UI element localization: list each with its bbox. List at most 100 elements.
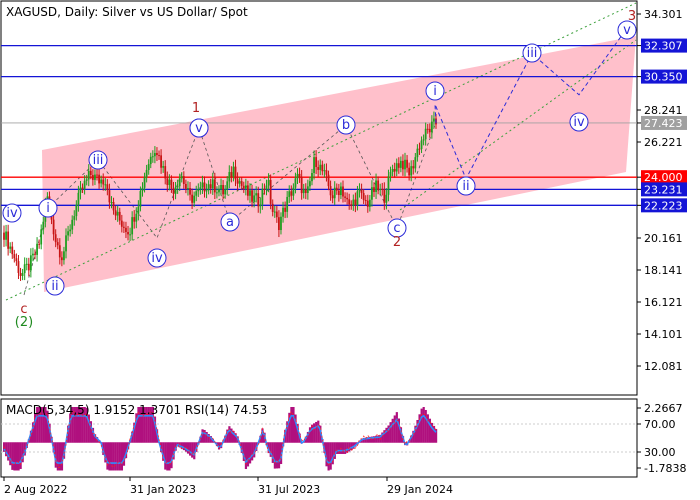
macd-bar [108,442,111,471]
candle-body [69,229,72,232]
candle-body [15,258,18,262]
macd-bar [13,442,16,471]
candle-body [170,179,173,189]
candle-body [211,179,214,189]
macd-bar [317,420,320,443]
candle-body [54,234,57,243]
macd-bar [315,421,318,443]
macd-bar [244,442,248,470]
macd-bar [191,442,194,458]
candle-body [230,172,233,177]
candle-body [13,254,16,259]
indicator-tick-label: -1.7838 [644,462,686,475]
candle-body [296,173,299,179]
wave-label: v [623,23,631,38]
candle-body [160,155,162,168]
macd-bar [292,407,295,443]
candle-body [433,118,435,122]
candle-body [232,166,235,177]
candle-body [269,179,272,204]
price-tick-label: 32.307 [644,40,683,53]
macd-bar [344,442,347,454]
candle-body [313,157,315,174]
price-axis: 34.301 32.307 30.350 28.24127.423 26.221 24.0… [637,8,687,373]
time-tick-label: 31 Jul 2023 [258,483,320,496]
candle-body [406,159,408,168]
wave-label: ii [51,279,58,294]
candle-body [65,235,67,252]
macd-bar [168,442,171,471]
candle-body [228,172,231,182]
candle-body [104,184,107,186]
macd-bar [277,442,281,469]
candle-body [199,187,202,190]
candle-body [87,170,90,180]
candle-body [67,231,69,236]
candle-body [346,197,349,200]
candle-body [377,180,380,191]
wave-label: i [433,84,437,99]
wave-label: iii [93,153,104,168]
time-tick-label: 31 Jan 2023 [130,483,196,496]
candle-body [29,255,32,271]
wave-label: 2 [393,235,401,250]
price-tick-label: 16.121 [644,296,683,309]
candle-body [81,187,84,189]
candle-body [7,231,10,249]
candle-body [294,178,297,188]
candle-body [166,178,169,185]
candle-body [397,163,400,168]
macd-bar [310,424,314,443]
candle-body [85,179,88,181]
macd-bar [114,442,117,471]
macd-bar [246,442,250,467]
candle-body [224,189,227,195]
candle-body [91,174,94,180]
indicator-tick-label: 70.00 [644,418,676,431]
candle-body [23,264,26,274]
candle-body [418,148,421,150]
time-tick-label: 2 Aug 2022 [4,483,67,496]
candle-body [79,187,82,193]
candle-body [383,189,386,203]
candle-body [321,164,324,172]
candle-body [131,217,134,235]
candle-body [298,173,301,177]
candle-body [414,157,417,169]
macd-bar [164,442,167,470]
candle-body [284,207,287,212]
wave-label: 1 [192,101,200,116]
macd-bar [251,442,254,461]
candle-body [302,189,305,194]
candle-body [395,163,398,172]
candle-body [162,166,165,168]
candle-body [184,183,187,189]
candle-body [364,200,367,202]
candle-body [182,176,185,184]
candle-body [222,185,225,195]
candle-body [379,188,382,191]
candle-body [325,170,328,175]
candle-body [145,169,148,178]
candle-body [110,202,113,204]
candle-body [240,181,243,186]
candle-body [77,192,80,205]
candle-body [352,199,355,206]
wave-label: iv [151,251,163,266]
macd-bar [273,442,276,469]
candle-body [149,156,152,165]
candle-body [129,234,131,236]
candle-body [288,191,291,197]
candle-body [278,217,280,231]
candle-body [120,220,123,227]
price-tick-label: 22.223 [644,199,683,212]
price-tick-label: 34.301 [644,8,683,21]
candle-body [153,153,156,157]
candle-body [19,272,22,276]
candle-body [428,128,431,133]
chart-title: XAGUSD, Daily: Silver vs US Dollar/ Spot [6,5,248,19]
price-tick-label: 12.081 [644,360,683,373]
candle-body [205,190,208,192]
wave-label: iv [573,115,585,130]
candle-body [118,211,121,221]
